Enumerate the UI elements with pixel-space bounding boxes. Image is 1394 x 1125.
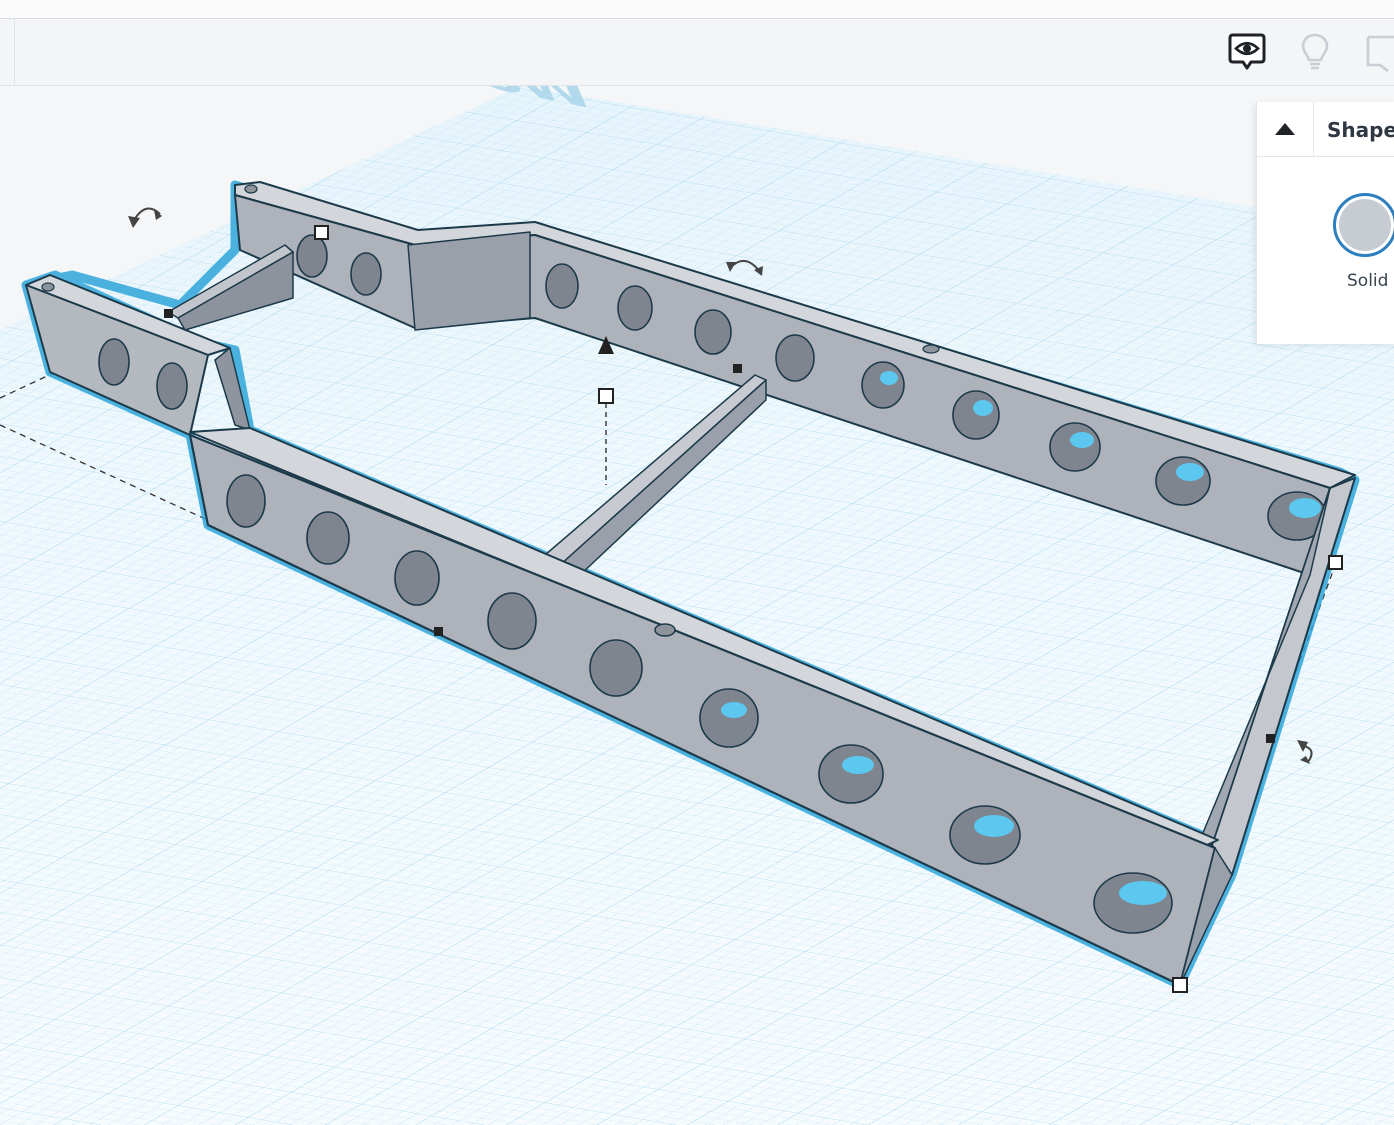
corner-handle[interactable] xyxy=(314,225,329,240)
edge-handle[interactable] xyxy=(1266,734,1275,743)
corner-handle[interactable] xyxy=(1328,555,1343,570)
edge-handle[interactable] xyxy=(733,364,742,373)
top-toolbar xyxy=(0,19,1394,86)
show-all-button[interactable] xyxy=(1225,30,1269,74)
panel-header-divider xyxy=(1313,156,1394,157)
edge-handle[interactable] xyxy=(434,627,443,636)
corner-handle[interactable] xyxy=(1172,977,1188,993)
note-icon xyxy=(1366,35,1394,73)
panel-title: Shape xyxy=(1327,118,1394,142)
pin-hole xyxy=(654,623,676,637)
lightbulb-icon xyxy=(1301,33,1329,70)
back-rail-bend xyxy=(407,231,531,331)
toolbar-left-edge xyxy=(0,19,15,85)
eye-speech-bubble-icon xyxy=(1228,33,1266,70)
edge-handle[interactable] xyxy=(164,309,173,318)
height-handle[interactable] xyxy=(598,388,614,404)
3d-viewport[interactable]: Workplane xyxy=(0,86,1394,1125)
solid-label: Solid xyxy=(1347,271,1389,291)
notes-button[interactable] xyxy=(1358,30,1394,74)
caret-up-icon xyxy=(1275,123,1295,135)
window-top-strip xyxy=(0,0,1394,19)
workplane-scene: Workplane xyxy=(0,86,1394,1125)
pin-hole xyxy=(244,184,258,194)
pin-hole xyxy=(41,282,55,292)
panel-collapse-button[interactable] xyxy=(1257,102,1314,157)
solid-color-swatch[interactable] xyxy=(1333,193,1394,257)
pin-hole xyxy=(922,344,940,354)
hint-button[interactable] xyxy=(1293,30,1337,74)
shape-inspector-panel: Shape Solid xyxy=(1256,102,1394,344)
